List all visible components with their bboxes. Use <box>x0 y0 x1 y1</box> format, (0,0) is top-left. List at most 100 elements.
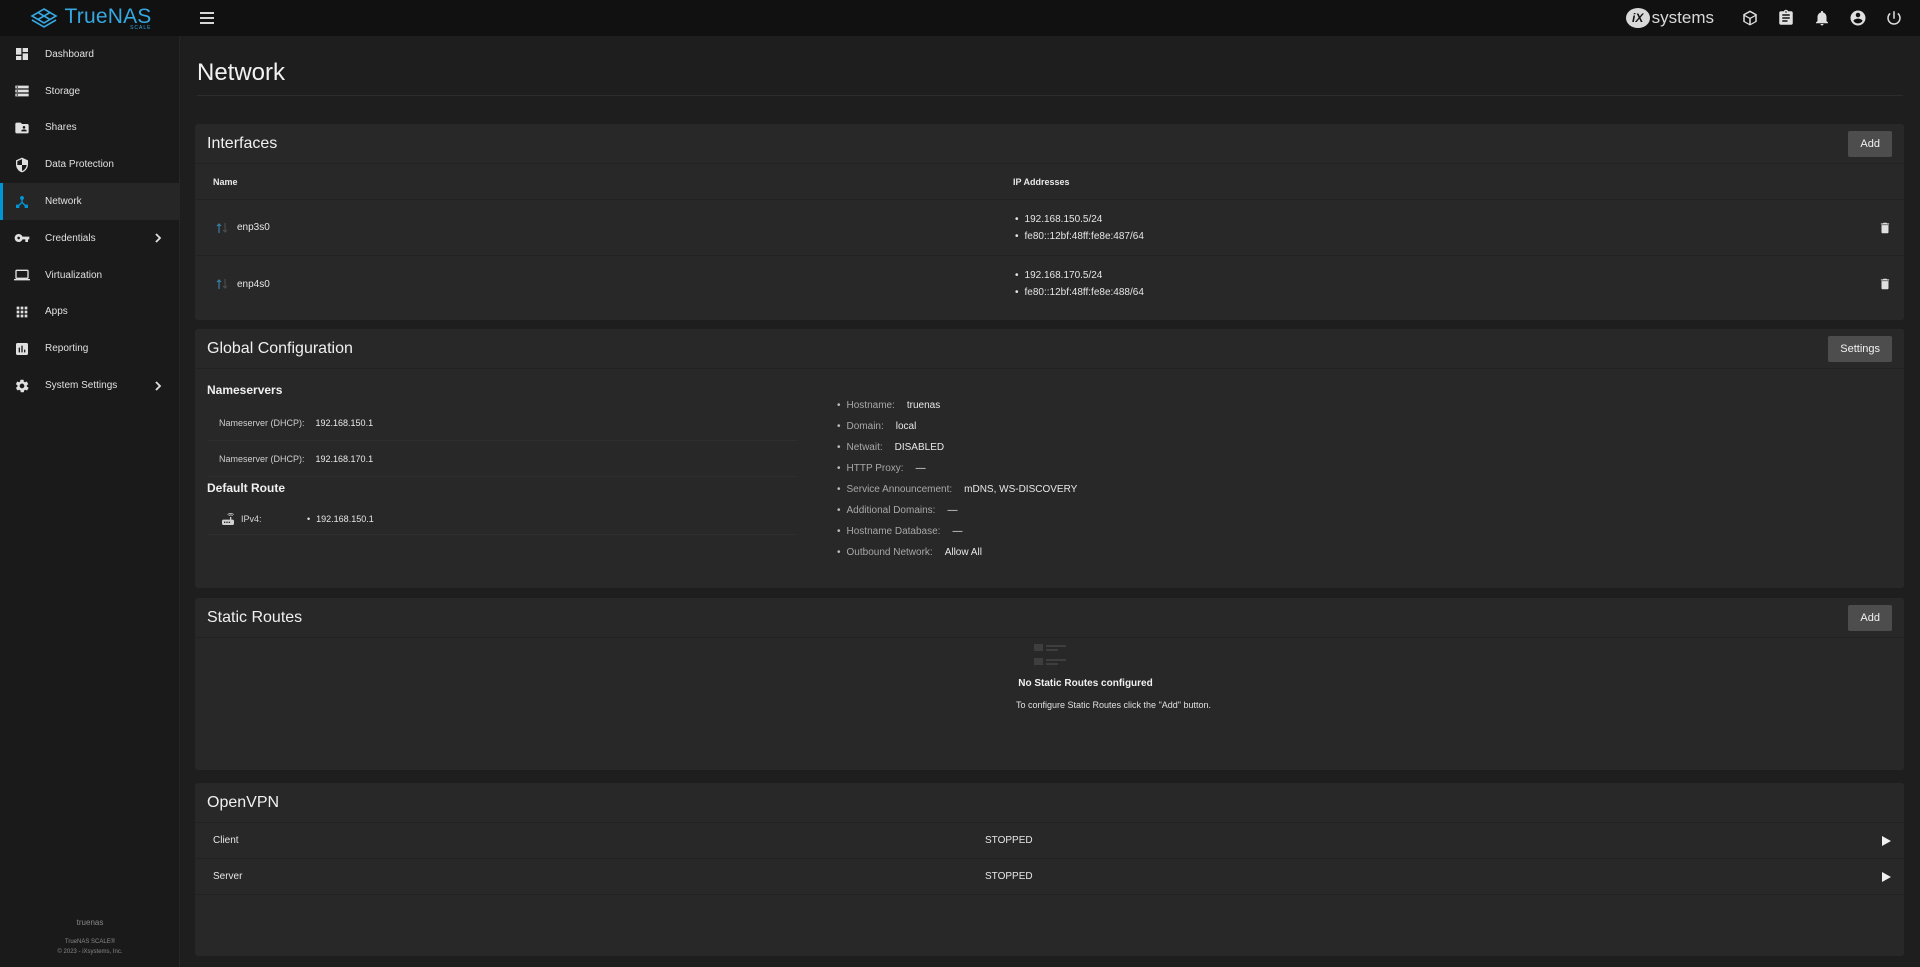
empty-state-description: To configure Static Routes click the "Ad… <box>1016 700 1211 710</box>
dashboard-icon <box>14 46 30 62</box>
sidebar-item-dashboard[interactable]: Dashboard <box>0 36 179 73</box>
table-row[interactable]: Client STOPPED <box>195 823 1904 859</box>
nameservers-title: Nameservers <box>207 383 283 397</box>
interface-name: enp3s0 <box>237 222 270 233</box>
ip-address: fe80::12bf:48ff:fe8e:487/64 <box>1013 228 1144 245</box>
shield-icon <box>14 157 30 173</box>
interfaces-table-header: Name IP Addresses <box>195 164 1904 200</box>
top-bar: TrueNAS SCALE iX systems <box>0 0 1920 36</box>
menu-toggle-icon[interactable] <box>200 12 214 24</box>
default-route-value: 192.168.150.1 <box>307 514 374 524</box>
global-details-list: Hostname:truenas Domain:local Netwait:DI… <box>837 395 1078 563</box>
storage-icon <box>14 83 30 99</box>
default-route-row: IPv4: 192.168.150.1 <box>207 503 797 535</box>
play-icon[interactable] <box>1880 835 1892 847</box>
openvpn-client-label: Client <box>213 835 239 846</box>
openvpn-header: OpenVPN <box>195 783 1904 823</box>
chevron-right-icon <box>153 233 163 244</box>
sidebar-item-virtualization[interactable]: Virtualization <box>0 257 179 294</box>
sidebar-item-shares[interactable]: Shares <box>0 110 179 147</box>
detail-additional-domains: Additional Domains:— <box>837 500 1077 521</box>
nameserver-label: Nameserver (DHCP): <box>219 453 305 464</box>
power-icon[interactable] <box>1884 8 1904 28</box>
sidebar-item-label: System Settings <box>45 380 118 392</box>
apps-grid-icon <box>14 304 30 320</box>
sidebar-item-storage[interactable]: Storage <box>0 73 179 110</box>
brand-edition: SCALE <box>130 24 152 31</box>
global-configuration-header: Global Configuration Settings <box>195 329 1904 369</box>
global-configuration-title: Global Configuration <box>207 339 353 357</box>
truenas-logo-icon <box>29 8 58 28</box>
sidebar-footer: truenas TrueNAS SCALE® © 2023 - iXsystem… <box>0 918 180 957</box>
gear-icon <box>14 378 30 394</box>
sidebar-item-system-settings[interactable]: System Settings <box>0 367 179 404</box>
detail-netwait: Netwait:DISABLED <box>837 437 1077 458</box>
sidebar-item-label: Virtualization <box>45 269 103 281</box>
sidebar-item-network[interactable]: Network <box>0 183 179 220</box>
router-icon <box>222 512 234 525</box>
static-routes-title: Static Routes <box>207 608 303 626</box>
settings-button[interactable]: Settings <box>1828 335 1892 362</box>
table-row[interactable]: enp4s0 192.168.170.5/24 fe80::12bf:48ff:… <box>195 256 1904 312</box>
status-badge: STOPPED <box>985 835 1033 846</box>
openvpn-title: OpenVPN <box>207 793 280 811</box>
ip-address: 192.168.170.5/24 <box>1013 267 1144 284</box>
nameservers-section: Nameservers Nameserver (DHCP): 192.168.1… <box>207 383 797 535</box>
nameserver-label: Nameserver (DHCP): <box>219 417 305 428</box>
table-row[interactable]: enp3s0 192.168.150.5/24 fe80::12bf:48ff:… <box>195 200 1904 256</box>
nameserver-row: Nameserver (DHCP): 192.168.150.1 <box>207 405 797 441</box>
sidebar-item-reporting[interactable]: Reporting <box>0 330 179 367</box>
interface-name: enp4s0 <box>237 278 270 290</box>
detail-hostname: Hostname:truenas <box>837 395 1077 416</box>
ixsystems-logo[interactable]: iX systems <box>1625 8 1714 28</box>
play-icon[interactable] <box>1880 871 1892 883</box>
nameserver-row: Nameserver (DHCP): 192.168.170.1 <box>207 441 797 477</box>
ix-badge: iX <box>1625 8 1650 28</box>
detail-http-proxy: HTTP Proxy:— <box>837 458 1077 479</box>
global-configuration-card: Global Configuration Settings Nameserver… <box>195 329 1904 588</box>
static-routes-empty-state: No Static Routes configured To configure… <box>195 638 1904 770</box>
task-manager-icon[interactable] <box>1776 8 1796 28</box>
sidebar-item-apps[interactable]: Apps <box>0 294 179 331</box>
nameserver-value: 192.168.150.1 <box>315 417 374 428</box>
delete-icon[interactable] <box>1878 277 1892 291</box>
column-header-name[interactable]: Name <box>195 177 1013 187</box>
status-badge: STOPPED <box>985 871 1033 882</box>
add-static-route-button[interactable]: Add <box>1848 604 1892 631</box>
shares-icon <box>14 120 30 136</box>
chevron-right-icon <box>153 380 163 391</box>
sidebar-item-label: Data Protection <box>45 159 114 171</box>
brand-name: TrueNAS <box>64 4 152 28</box>
sidebar-item-label: Dashboard <box>45 48 94 60</box>
ixsystems-name: systems <box>1651 8 1714 27</box>
detail-service-announcement: Service Announcement:mDNS, WS-DISCOVERY <box>837 479 1078 500</box>
detail-domain: Domain:local <box>837 416 1077 437</box>
key-icon <box>14 230 30 246</box>
sidebar: Dashboard Storage Shares Data Protection… <box>0 36 180 967</box>
detail-hostname-database: Hostname Database:— <box>837 521 1077 542</box>
sidebar-item-label: Credentials <box>45 232 96 244</box>
ip-address: fe80::12bf:48ff:fe8e:488/64 <box>1013 284 1144 301</box>
link-state-arrows-icon <box>216 222 228 233</box>
interfaces-header: Interfaces Add <box>195 124 1904 164</box>
delete-icon[interactable] <box>1878 221 1892 235</box>
network-icon <box>14 194 30 210</box>
footer-product: TrueNAS SCALE® <box>64 939 116 945</box>
truenas-logo[interactable]: TrueNAS SCALE <box>0 6 180 31</box>
column-header-ip[interactable]: IP Addresses <box>1013 177 1070 187</box>
interfaces-title: Interfaces <box>207 134 278 152</box>
notifications-bell-icon[interactable] <box>1812 8 1832 28</box>
table-row[interactable]: Server STOPPED <box>195 859 1904 895</box>
ip-address-list: 192.168.150.5/24 fe80::12bf:48ff:fe8e:48… <box>1013 211 1144 245</box>
nameserver-value: 192.168.170.1 <box>315 453 374 464</box>
truecommand-icon[interactable] <box>1740 8 1760 28</box>
sidebar-item-data-protection[interactable]: Data Protection <box>0 146 179 183</box>
account-circle-icon[interactable] <box>1848 8 1868 28</box>
empty-list-icon <box>1033 644 1066 665</box>
add-interface-button[interactable]: Add <box>1848 130 1892 157</box>
laptop-icon <box>14 267 30 283</box>
detail-outbound-network: Outbound Network:Allow All <box>837 542 1077 563</box>
ip-address: 192.168.150.5/24 <box>1013 211 1144 228</box>
sidebar-item-credentials[interactable]: Credentials <box>0 220 179 257</box>
main-content: Network Interfaces Add Name IP Addresses… <box>180 36 1920 967</box>
